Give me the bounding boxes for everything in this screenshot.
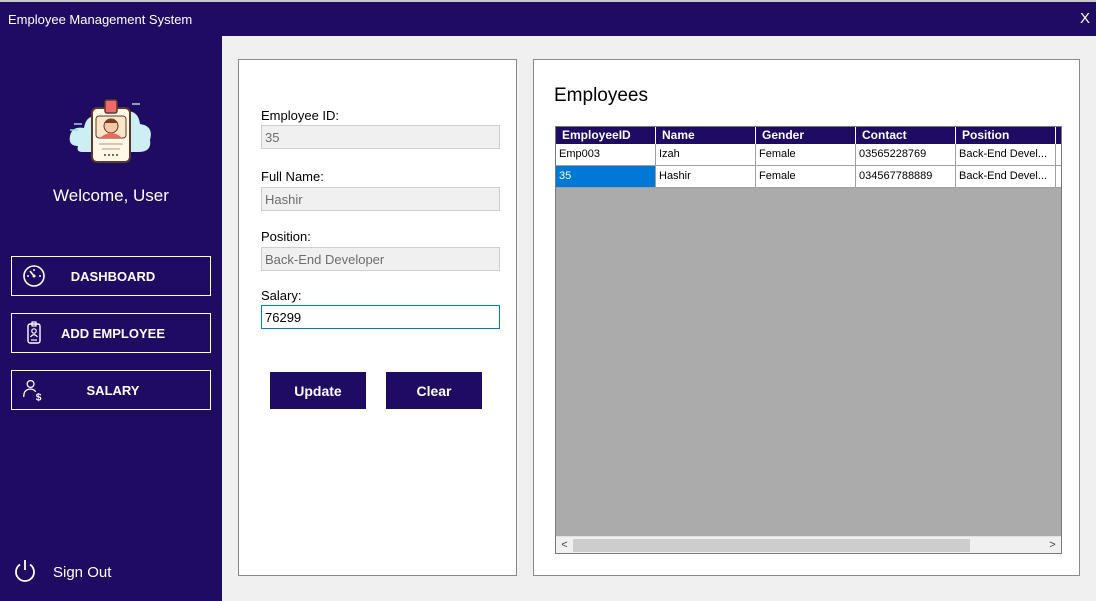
salary-button[interactable]: $ SALARY [11,370,211,410]
id-badge-icon [27,321,41,344]
sign-out-button[interactable]: Sign Out [12,558,122,586]
table-cell[interactable]: Emp003 [556,144,656,166]
add-employee-label: ADD EMPLOYEE [60,326,165,341]
table-cell[interactable]: Back-End Devel... [956,166,1056,188]
welcome-text: Welcome, User [53,186,169,205]
employee-id-label: Employee ID: [261,108,340,123]
salary-field-label: Salary: [261,288,302,303]
table-cell[interactable]: 35 [556,166,656,188]
add-employee-button[interactable]: ADD EMPLOYEE [11,313,211,353]
table-cell[interactable]: 03565228769 [856,144,956,166]
dashboard-label: DASHBOARD [70,269,156,284]
employees-grid[interactable]: EmployeeID Name Gender Contact Position … [555,126,1062,554]
employee-id-badge-icon [69,99,151,163]
power-icon [15,560,35,582]
position-label: Position: [261,229,311,244]
sidebar: Welcome, User DASHBOARD ADD EMPLOYEE $ S… [0,36,222,601]
window-title: Employee Management System [8,12,193,27]
speedometer-icon [23,265,45,287]
table-cell[interactable]: Female [756,144,856,166]
dashboard-button[interactable]: DASHBOARD [11,256,211,296]
horizontal-scrollbar[interactable]: < > [556,536,1061,553]
table-cell[interactable]: Izah [656,144,756,166]
table-cell[interactable]: Hashir [656,166,756,188]
table-cell[interactable] [1056,166,1061,188]
taskbar-strip [0,0,1096,2]
employees-panel: Employees EmployeeID Name Gender Contact… [533,59,1080,576]
employee-id-field[interactable] [261,125,500,149]
table-row[interactable]: Emp003 Izah Female 03565228769 Back-End … [556,144,1061,166]
full-name-label: Full Name: [261,169,324,184]
table-cell[interactable]: Female [756,166,856,188]
column-header[interactable]: EmployeeID [556,127,656,144]
sign-out-label: Sign Out [53,564,112,581]
employees-title: Employees [554,85,648,106]
title-bar: Employee Management System X [0,0,1096,36]
table-cell[interactable] [1056,144,1061,166]
column-header[interactable]: Contact [856,127,956,144]
user-dollar-icon: $ [23,379,42,402]
table-row-selected[interactable]: 35 Hashir Female 034567788889 Back-End D… [556,166,1061,188]
scroll-right-button[interactable]: > [1044,538,1061,553]
grid-header: EmployeeID Name Gender Contact Position [556,127,1061,144]
column-header[interactable]: Position [956,127,1056,144]
table-cell[interactable]: 034567788889 [856,166,956,188]
column-header[interactable]: Name [656,127,756,144]
column-header[interactable]: Gender [756,127,856,144]
position-field[interactable] [261,247,500,271]
close-button[interactable]: X [1080,10,1090,27]
scroll-left-button[interactable]: < [556,538,573,553]
table-cell[interactable]: Back-End Devel... [956,144,1056,166]
update-button[interactable]: Update [270,372,366,409]
scroll-thumb[interactable] [573,539,970,552]
svg-text:$: $ [36,392,42,402]
salary-field[interactable] [261,305,500,329]
employee-form-panel: Employee ID: Full Name: Position: Salary… [238,59,517,576]
salary-label: SALARY [86,383,140,398]
clear-button[interactable]: Clear [386,372,482,409]
full-name-field[interactable] [261,187,500,211]
